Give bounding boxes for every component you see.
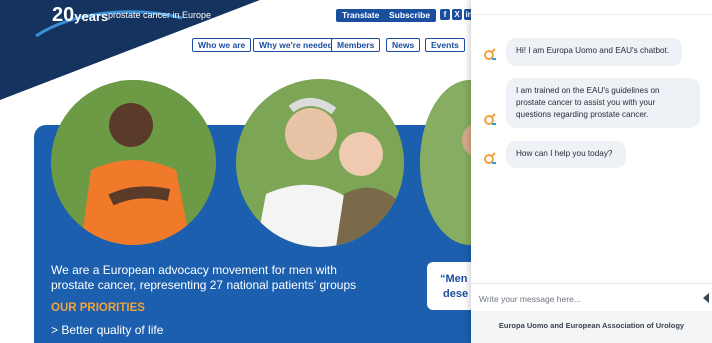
website-page: 20years prostate cancer in Europe Transl… [0,0,712,343]
translate-button[interactable]: Translate [336,9,386,22]
chat-message-input[interactable] [477,290,681,307]
facebook-icon[interactable]: f [440,9,450,20]
hero-photo-couple [236,79,404,247]
chat-message-bot: I am trained on the EAU's guidelines on … [506,78,700,128]
send-icon[interactable] [702,293,710,303]
nav-news[interactable]: News [386,38,421,52]
chatbot-header [471,0,712,15]
hero-mission-text: We are a European advocacy movement for … [51,263,357,292]
x-icon[interactable]: X [452,9,462,20]
chatbot-avatar-icon [484,113,496,125]
nav-events[interactable]: Events [425,38,465,52]
nav-members[interactable]: Members [331,38,381,52]
priority-item-label: Better quality of life [61,323,164,337]
logo-years: 20years [52,4,108,27]
chevron-right-icon: > [51,323,62,337]
nav-who-we-are[interactable]: Who we are [192,38,252,52]
chatbot-footer: Europa Uomo and European Association of … [471,311,712,343]
nav-why-were-needed[interactable]: Why we're needed [253,38,339,52]
logo-years-number: 20 [52,4,75,26]
chat-input-bar [471,283,712,312]
chatbot-avatar-icon [484,48,496,60]
chatbot-panel: Hi! I am Europa Uomo and EAU's chatbot. … [471,0,712,343]
quote-text: “Men dese [440,273,469,300]
subscribe-button[interactable]: Subscribe [383,9,437,22]
priorities-heading: OUR PRIORITIES [51,302,145,314]
logo-tagline: prostate cancer in Europe [108,10,212,20]
hero-photo-athlete [51,80,216,245]
chatbot-avatar-icon [484,152,496,164]
logo-years-suffix: years [74,9,109,24]
chat-message-bot: How can I help you today? [506,141,626,168]
priority-item[interactable]: > Better quality of life [51,323,163,337]
chat-message-bot: Hi! I am Europa Uomo and EAU's chatbot. [506,38,682,66]
